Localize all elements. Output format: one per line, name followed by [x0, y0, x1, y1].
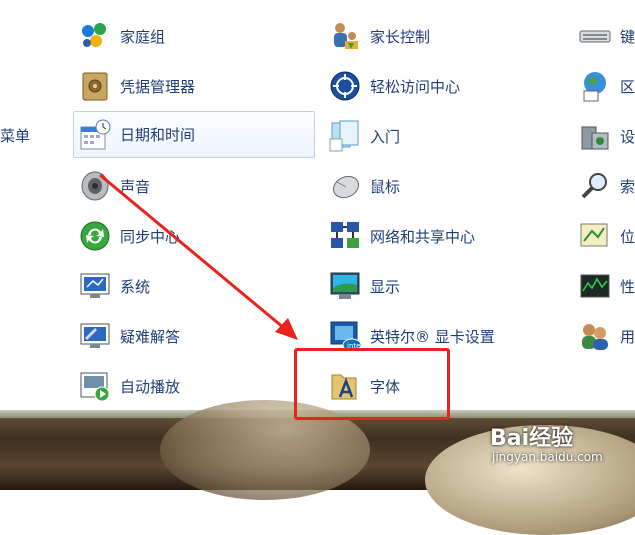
baidu-watermark: Bai经验 jingyan.baidu.com [490, 420, 603, 464]
watermark-url: jingyan.baidu.com [492, 450, 603, 464]
watermark-brand: Bai经验 [490, 426, 574, 451]
annotation-arrow [99, 173, 298, 340]
